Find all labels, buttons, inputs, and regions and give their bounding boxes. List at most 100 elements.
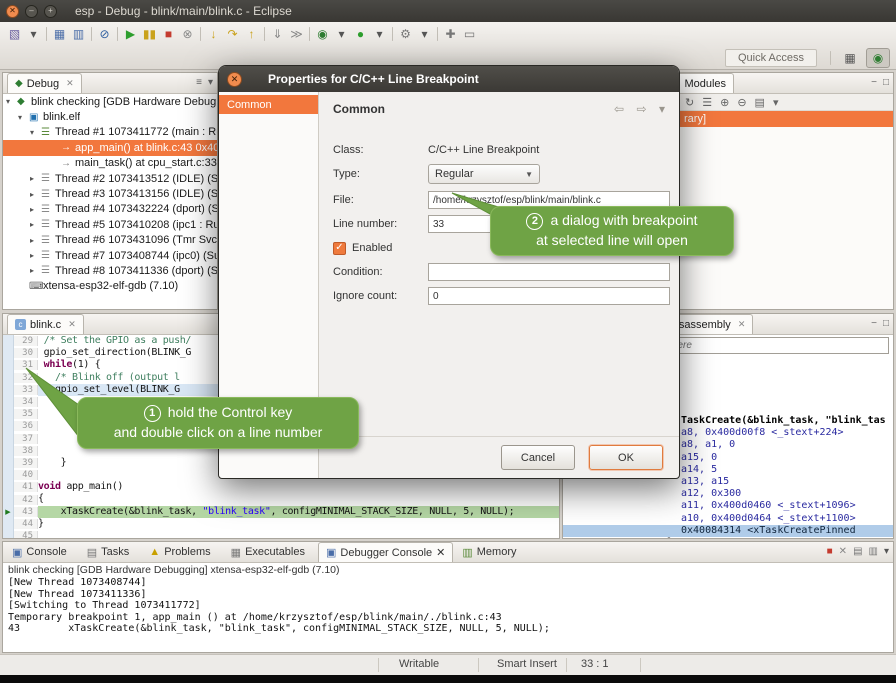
separator[interactable] [91, 27, 92, 41]
expander-icon[interactable]: ▸ [30, 174, 41, 183]
editor-marker-bar[interactable] [3, 408, 14, 420]
window-close-button[interactable]: ✕ [6, 5, 19, 18]
editor-marker-bar[interactable] [3, 347, 14, 359]
expander-icon[interactable]: ▸ [30, 251, 41, 260]
expander-icon[interactable]: ▸ [30, 190, 41, 199]
step-into-icon[interactable]: ↓ [204, 25, 223, 44]
run-dropdown-icon[interactable]: ▾ [370, 25, 389, 44]
dialog-close-button[interactable]: ✕ [227, 72, 242, 87]
window-maximize-button[interactable]: + [44, 5, 57, 18]
line-number[interactable]: 33 [14, 385, 38, 395]
separator[interactable] [437, 27, 438, 41]
new-project-icon[interactable]: ✚ [441, 25, 460, 44]
line-number[interactable]: 39 [14, 458, 38, 468]
open-perspective-icon[interactable]: ▦ [838, 48, 862, 68]
line-number[interactable]: 36 [14, 421, 38, 431]
console-tab[interactable]: ▤ Tasks [80, 542, 141, 562]
line-number[interactable]: 38 [14, 446, 38, 456]
separator[interactable] [392, 27, 393, 41]
minimize-icon[interactable]: − [871, 77, 877, 88]
skip-breakpoints-icon[interactable]: ⊘ [95, 25, 114, 44]
debug-tree-row[interactable]: ▾ ☰ Thread #1 1073411772 (main : Runn [3, 125, 217, 140]
add-icon[interactable]: ⊕ [720, 96, 729, 108]
instruction-stepping-icon[interactable]: ≫ [287, 25, 306, 44]
save-all-icon[interactable]: ▥ [69, 25, 88, 44]
debug-icon[interactable]: ◉ [313, 25, 332, 44]
editor-marker-bar[interactable] [3, 420, 14, 432]
debug-tree-row[interactable]: → main_task() at cpu_start.c:339 0x4 [3, 156, 217, 171]
separator[interactable] [309, 27, 310, 41]
debug-tree-row[interactable]: ▸ ☰ Thread #3 1073413156 (IDLE) (Susp [3, 186, 217, 201]
line-number[interactable]: 45 [14, 531, 38, 538]
editor-marker-bar[interactable] [3, 518, 14, 530]
debug-tree-row[interactable]: ▾ ◆ blink checking [GDB Hardware Debug [3, 94, 217, 109]
editor-marker-bar[interactable] [3, 396, 14, 408]
expander-icon[interactable]: ▸ [30, 220, 41, 229]
editor-marker-bar[interactable] [3, 359, 14, 371]
disconnect-icon[interactable]: ⊗ [178, 25, 197, 44]
expander-icon[interactable]: ▾ [18, 113, 29, 122]
line-number[interactable]: 44 [14, 519, 38, 529]
suspend-icon[interactable]: ▮▮ [140, 25, 159, 44]
line-number[interactable]: 41 [14, 482, 38, 492]
disassembly-row[interactable]: l8 [563, 537, 893, 538]
console-tab[interactable]: ▲ Problems [142, 542, 221, 562]
line-number[interactable]: 37 [14, 434, 38, 444]
line-number[interactable]: 42 [14, 495, 38, 505]
new-dropdown-icon[interactable]: ▾ [24, 25, 43, 44]
remove-icon[interactable]: ⊖ [737, 96, 746, 108]
tab-debug[interactable]: ◆ Debug ✕ [7, 73, 82, 93]
console-tab[interactable]: ▣ Debugger Console ✕ [318, 542, 453, 562]
editor-marker-bar[interactable] [3, 457, 14, 469]
debug-perspective-icon[interactable]: ◉ [866, 48, 890, 68]
close-icon[interactable]: ✕ [738, 319, 746, 330]
view-toolbar-icon[interactable]: ≡ [196, 77, 202, 88]
separator[interactable] [264, 27, 265, 41]
ok-button[interactable]: OK [589, 445, 663, 470]
disassembly-row[interactable]: a10, 0x400d0464 <_stext+1100> [563, 513, 893, 525]
separator[interactable] [117, 27, 118, 41]
expander-icon[interactable]: ▸ [30, 266, 41, 275]
debug-dropdown-icon[interactable]: ▾ [332, 25, 351, 44]
collapse-all-icon[interactable]: ☰ [702, 96, 712, 108]
debug-tree-row[interactable]: ▸ ☰ Thread #8 1073411336 (dport) (Sus [3, 263, 217, 278]
step-over-icon[interactable]: ↷ [223, 25, 242, 44]
open-element-icon[interactable]: ▭ [460, 25, 479, 44]
view-menu-icon[interactable]: ▾ [208, 77, 213, 88]
debug-tree-row[interactable]: ▸ ☰ Thread #4 1073432224 (dport) (Sus [3, 202, 217, 217]
console-output[interactable]: blink checking [GDB Hardware Debugging] … [3, 563, 893, 652]
line-number[interactable]: 35 [14, 409, 38, 419]
cancel-button[interactable]: Cancel [501, 445, 575, 470]
condition-input[interactable] [428, 263, 670, 281]
debug-tree-row[interactable]: ▸ ☰ Thread #7 1073408744 (ipc0) (Susp [3, 248, 217, 263]
editor-marker-bar[interactable] [3, 445, 14, 457]
line-number[interactable]: 31 [14, 360, 38, 370]
line-number[interactable]: 43 [14, 507, 38, 517]
terminate-icon[interactable]: ■ [827, 546, 833, 557]
debug-tree-row[interactable]: ⌨ xtensa-esp32-elf-gdb (7.10) [3, 279, 217, 294]
editor-marker-bar[interactable] [3, 481, 14, 493]
quick-access-button[interactable]: Quick Access [725, 49, 817, 67]
save-icon[interactable]: ▦ [50, 25, 69, 44]
debug-tree-row[interactable]: ▸ ☰ Thread #2 1073413512 (IDLE) (Susp [3, 171, 217, 186]
drop-to-frame-icon[interactable]: ⇓ [268, 25, 287, 44]
console-tab[interactable]: ▣ Console [5, 542, 78, 562]
separator[interactable] [46, 27, 47, 41]
tab-blink-c[interactable]: c blink.c ✕ [7, 314, 84, 334]
minimize-icon[interactable]: − [871, 318, 877, 329]
resume-icon[interactable]: ▶ [121, 25, 140, 44]
disassembly-row[interactable]: a12, 0x300 [563, 488, 893, 500]
view-menu-icon[interactable]: ▾ [884, 546, 889, 557]
expander-icon[interactable]: ▾ [30, 128, 41, 137]
console-tab[interactable]: ▦ Executables [224, 542, 316, 562]
sidebar-item-common[interactable]: Common [219, 95, 318, 114]
enabled-checkbox[interactable]: ✓ [333, 242, 346, 255]
type-dropdown[interactable]: Regular ▼ [428, 164, 540, 184]
external-tools-dropdown-icon[interactable]: ▾ [415, 25, 434, 44]
debug-tree-row[interactable]: → app_main() at blink.c:43 0x400dbc [3, 140, 217, 155]
console-tab[interactable]: ▥ Memory [455, 542, 527, 562]
close-icon[interactable]: ✕ [68, 319, 76, 330]
terminate-icon[interactable]: ■ [159, 25, 178, 44]
external-tools-icon[interactable]: ⚙ [396, 25, 415, 44]
clear-console-icon[interactable]: ▤ [853, 546, 862, 557]
